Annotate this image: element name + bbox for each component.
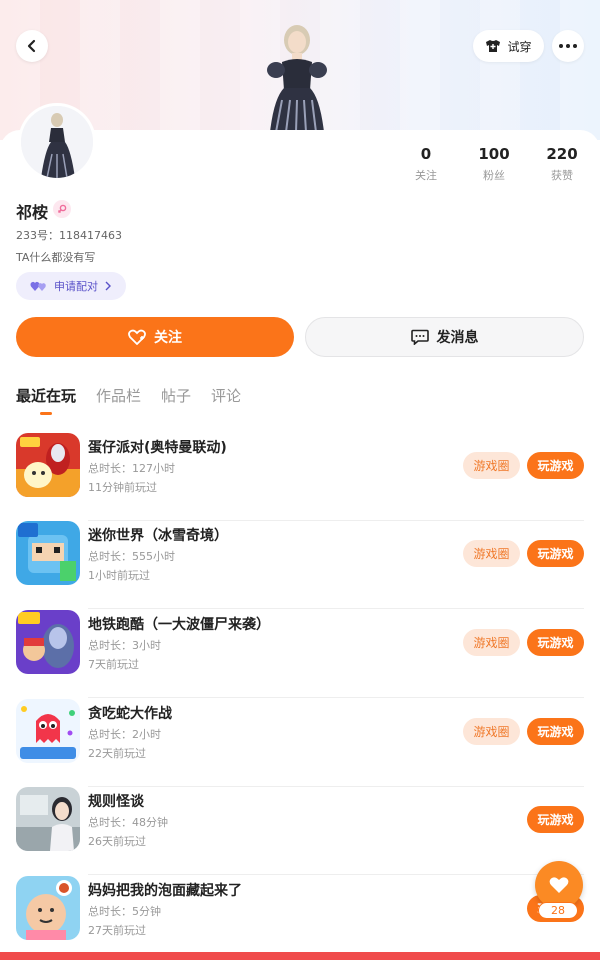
- game-last-played: 1小时前玩过: [88, 569, 150, 582]
- tshirt-icon: [486, 40, 501, 52]
- send-message-button[interactable]: 发消息: [305, 317, 584, 357]
- follow-label: 关注: [154, 330, 182, 346]
- stat-following[interactable]: 0 关注: [396, 145, 456, 183]
- game-row[interactable]: 贪吃蛇大作战 总时长：2小时 22天前玩过 游戏圈 玩游戏: [0, 699, 600, 787]
- game-circle-button[interactable]: 游戏圈: [463, 540, 520, 567]
- avatar[interactable]: [18, 103, 96, 181]
- avatar-image: [21, 106, 93, 178]
- more-horizontal-icon: [559, 44, 577, 48]
- row-divider: [88, 697, 584, 698]
- chevron-left-icon: [27, 39, 36, 53]
- more-button[interactable]: [552, 30, 584, 62]
- play-game-button[interactable]: 玩游戏: [527, 452, 584, 479]
- game-last-played: 7天前玩过: [88, 658, 139, 671]
- profile-banner: [0, 0, 600, 140]
- stat-fans[interactable]: 100 粉丝: [464, 145, 524, 183]
- tab-works[interactable]: 作品栏: [96, 385, 141, 406]
- game-title: 妈妈把我的泡面藏起来了: [88, 883, 242, 899]
- send-message-label: 发消息: [436, 330, 479, 346]
- active-tab-indicator: [40, 412, 52, 415]
- play-game-button[interactable]: 玩游戏: [527, 629, 584, 656]
- tab-comments[interactable]: 评论: [211, 385, 241, 406]
- play-game-button[interactable]: 玩游戏: [527, 806, 584, 833]
- game-row[interactable]: 规则怪谈 总时长：48分钟 26天前玩过 玩游戏: [0, 787, 600, 875]
- bottom-edge-bar: [0, 952, 600, 960]
- chevron-right-icon: [105, 281, 111, 291]
- game-row[interactable]: 蛋仔派对(奥特曼联动) 总时长：127小时 11分钟前玩过 游戏圈 玩游戏: [0, 433, 600, 521]
- game-title: 贪吃蛇大作战: [88, 706, 172, 722]
- heart-plus-icon: [128, 329, 146, 345]
- heart-icon: [549, 877, 569, 893]
- game-title: 规则怪谈: [88, 794, 144, 810]
- row-divider: [88, 874, 584, 875]
- username: 祁桉: [16, 203, 49, 222]
- like-count-badge: 28: [538, 902, 578, 919]
- game-icon-instant-noodles: [16, 876, 80, 940]
- try-on-label: 试穿: [507, 39, 532, 54]
- stat-likes[interactable]: 220 获赞: [532, 145, 592, 183]
- game-row[interactable]: 妈妈把我的泡面藏起来了 总时长：5分钟 27天前玩过 玩游戏: [0, 876, 600, 960]
- game-duration: 总时长：555小时: [88, 550, 175, 563]
- play-game-button[interactable]: 玩游戏: [527, 540, 584, 567]
- stat-following-label: 关注: [415, 169, 437, 182]
- game-last-played: 27天前玩过: [88, 924, 146, 937]
- game-icon-snake: [16, 699, 80, 763]
- chat-icon: [410, 329, 429, 345]
- game-icon-rule-horror: [16, 787, 80, 851]
- game-circle-button[interactable]: 游戏圈: [463, 629, 520, 656]
- stat-following-count: 0: [420, 145, 432, 163]
- game-title: 迷你世界（冰雪奇境）: [88, 528, 228, 544]
- game-title: 地铁跑酷（一大波僵尸来袭）: [88, 617, 270, 633]
- stat-likes-label: 获赞: [551, 169, 573, 182]
- game-icon-subway-surfers: [16, 610, 80, 674]
- try-on-button[interactable]: 试穿: [473, 30, 544, 62]
- tab-posts[interactable]: 帖子: [161, 385, 191, 406]
- stat-fans-label: 粉丝: [483, 169, 505, 182]
- follow-button[interactable]: 关注: [16, 317, 294, 357]
- game-duration: 总时长：2小时: [88, 728, 161, 741]
- game-icon-mini-world: [16, 521, 80, 585]
- female-icon: [53, 200, 71, 218]
- game-duration: 总时长：3小时: [88, 639, 161, 652]
- profile-tabs: 最近在玩 作品栏 帖子 评论: [16, 385, 241, 406]
- stat-fans-count: 100: [478, 145, 510, 163]
- game-circle-button[interactable]: 游戏圈: [463, 718, 520, 745]
- user-id: 233号：118417463: [16, 229, 122, 242]
- game-duration: 总时长：48分钟: [88, 816, 168, 829]
- tab-recent-playing[interactable]: 最近在玩: [16, 385, 76, 406]
- avatar-3d-figure: [267, 25, 327, 132]
- stat-likes-count: 220: [546, 145, 578, 163]
- game-row[interactable]: 地铁跑酷（一大波僵尸来袭） 总时长：3小时 7天前玩过 游戏圈 玩游戏: [0, 610, 600, 698]
- row-divider: [88, 608, 584, 609]
- user-bio: TA什么都没有写: [16, 251, 96, 264]
- back-button[interactable]: [16, 30, 48, 62]
- apply-pair-label: 申请配对: [54, 280, 98, 293]
- play-game-button[interactable]: 玩游戏: [527, 718, 584, 745]
- game-last-played: 26天前玩过: [88, 835, 146, 848]
- game-duration: 总时长：5分钟: [88, 905, 161, 918]
- game-icon-eggy-party: [16, 433, 80, 497]
- game-last-played: 11分钟前玩过: [88, 481, 157, 494]
- game-title: 蛋仔派对(奥特曼联动): [88, 440, 227, 456]
- game-row[interactable]: 迷你世界（冰雪奇境） 总时长：555小时 1小时前玩过 游戏圈 玩游戏: [0, 521, 600, 609]
- game-duration: 总时长：127小时: [88, 462, 175, 475]
- game-circle-button[interactable]: 游戏圈: [463, 452, 520, 479]
- game-last-played: 22天前玩过: [88, 747, 146, 760]
- hearts-icon: [30, 281, 46, 291]
- apply-pair-button[interactable]: 申请配对: [16, 272, 126, 300]
